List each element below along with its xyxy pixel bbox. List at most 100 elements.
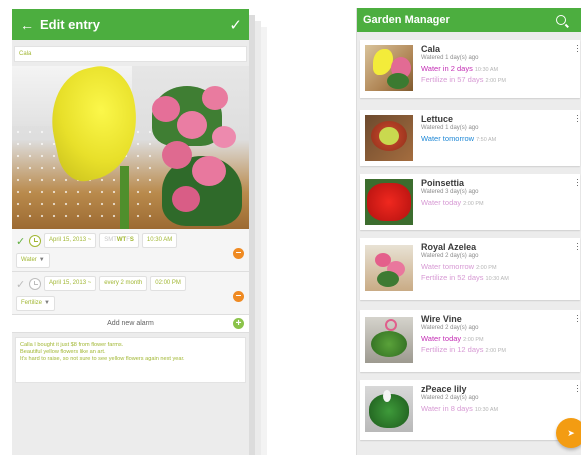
alarm-action-value: Fertilize bbox=[21, 300, 43, 306]
schedule-time: 2:00 PM bbox=[476, 265, 497, 271]
schedule-text: Water tomorrow bbox=[421, 134, 475, 143]
plant-card[interactable]: Cala Watered 1 day(s) ago Water in 2 day… bbox=[360, 40, 580, 98]
schedule-line: Fertilize in 57 days 2:00 PM bbox=[421, 75, 570, 84]
plant-info: zPeace lily Watered 2 day(s) ago Water i… bbox=[421, 384, 570, 413]
schedule-text: Fertilize in 57 days bbox=[421, 75, 484, 84]
schedule-line: Water tomorrow 7:50 AM bbox=[421, 134, 570, 143]
notes-line: It's hard to raise, so not sure to see y… bbox=[20, 356, 185, 362]
plant-card[interactable]: Lettuce Watered 1 day(s) ago Water tomor… bbox=[360, 110, 580, 166]
plant-card[interactable]: Wire Vine Watered 2 day(s) ago Water tod… bbox=[360, 310, 580, 372]
notes-textarea[interactable]: Calla I bought it just $8 from flower fa… bbox=[15, 337, 246, 383]
thumb-flower bbox=[385, 319, 397, 331]
schedule-time: 7:50 AM bbox=[476, 137, 497, 143]
plant-card[interactable]: Poinsettia Watered 3 day(s) ago Water to… bbox=[360, 174, 580, 230]
back-arrow-icon[interactable]: ← bbox=[14, 17, 40, 33]
plant-info: Poinsettia Watered 3 day(s) ago Water to… bbox=[421, 178, 570, 207]
schedule-time: 10:30 AM bbox=[474, 67, 499, 73]
more-vert-icon[interactable]: · · · bbox=[576, 111, 579, 126]
thumb-flower bbox=[383, 390, 391, 402]
alarm-disabled-check-icon[interactable]: ✓ bbox=[16, 278, 26, 291]
more-vert-icon[interactable]: · · · bbox=[576, 175, 579, 190]
schedule-time: 2:00 PM bbox=[485, 78, 507, 84]
alarm-time[interactable]: 10:30 AM bbox=[141, 233, 178, 248]
garden-app-bar: Garden Manager bbox=[357, 8, 581, 32]
alarm-weekdays[interactable]: SMTWTFS bbox=[99, 233, 139, 248]
photo-stem bbox=[120, 166, 129, 229]
notes-line: Beautiful yellow flowers like an art. bbox=[20, 349, 106, 355]
plant-watered: Watered 2 day(s) ago bbox=[421, 253, 479, 259]
dropdown-arrow-icon: ▼ bbox=[44, 300, 50, 306]
photo-blossom bbox=[212, 126, 236, 148]
plant-watered: Watered 2 day(s) ago bbox=[421, 395, 479, 401]
more-vert-icon[interactable]: · · · bbox=[576, 381, 579, 396]
plant-name: Poinsettia bbox=[421, 178, 465, 188]
plant-card[interactable]: zPeace lily Watered 2 day(s) ago Water i… bbox=[360, 380, 580, 440]
thumb-flower bbox=[373, 49, 393, 75]
photo-blossom bbox=[162, 141, 192, 169]
edit-entry-screen: ← Edit entry ✓ Cala ✓ April 15, 2013 ~ S… bbox=[12, 9, 249, 455]
notes-line: Calla I bought it just $8 from flower fa… bbox=[20, 342, 124, 348]
remove-alarm-icon[interactable]: – bbox=[233, 291, 244, 302]
alarm-action-select[interactable]: Water ▼ bbox=[16, 253, 50, 268]
search-icon[interactable] bbox=[556, 15, 566, 25]
photo-blossom bbox=[192, 156, 226, 186]
thumb-leaves bbox=[379, 127, 399, 145]
plant-name: Cala bbox=[421, 44, 441, 54]
alarm-time[interactable]: 02:00 PM bbox=[150, 276, 186, 291]
plant-photo[interactable] bbox=[12, 66, 249, 229]
garden-title: Garden Manager bbox=[363, 14, 450, 26]
plant-thumbnail bbox=[365, 115, 413, 161]
more-vert-icon[interactable]: · · · bbox=[576, 41, 579, 56]
alarm-action-value: Water bbox=[21, 257, 37, 263]
schedule-line: Fertilize in 52 days 10:30 AM bbox=[421, 273, 570, 282]
alarm-start-date[interactable]: April 15, 2013 ~ bbox=[44, 233, 97, 248]
plant-card[interactable]: Royal Azelea Watered 2 day(s) ago Water … bbox=[360, 238, 580, 300]
plant-watered: Watered 2 day(s) ago bbox=[421, 325, 479, 331]
alarm-action-select[interactable]: Fertilize ▼ bbox=[16, 296, 55, 311]
plant-thumbnail bbox=[365, 179, 413, 225]
schedule-text: Water in 2 days bbox=[421, 64, 473, 73]
more-vert-icon[interactable]: · · · bbox=[576, 239, 579, 254]
plant-info: Lettuce Watered 1 day(s) ago Water tomor… bbox=[421, 114, 570, 143]
garden-manager-screen: Garden Manager Cala Watered 1 day(s) ago… bbox=[356, 8, 581, 455]
schedule-text: Fertilize in 12 days bbox=[421, 345, 484, 354]
schedule-time: 2:00 PM bbox=[463, 201, 484, 207]
schedule-line: Fertilize in 12 days 2:00 PM bbox=[421, 345, 570, 354]
plant-info: Royal Azelea Watered 2 day(s) ago Water … bbox=[421, 242, 570, 282]
thumb-leaves bbox=[387, 73, 409, 89]
clock-icon bbox=[29, 234, 41, 247]
photo-blossom bbox=[172, 186, 200, 212]
add-alarm-button[interactable]: Add new alarm + bbox=[12, 315, 249, 333]
thumb-flower bbox=[367, 183, 411, 221]
plant-thumbnail bbox=[365, 245, 413, 291]
schedule-time: 2:00 PM bbox=[463, 337, 484, 343]
alarm-start-date[interactable]: April 15, 2013 ~ bbox=[44, 276, 97, 291]
thumb-leaves bbox=[377, 271, 399, 287]
alarm-row-water: ✓ April 15, 2013 ~ SMTWTFS 10:30 AM – Wa… bbox=[12, 229, 249, 272]
plant-name: Royal Azelea bbox=[421, 242, 477, 252]
dropdown-arrow-icon: ▼ bbox=[38, 257, 45, 263]
schedule-line: Water today 2:00 PM bbox=[421, 198, 570, 207]
schedule-time: 10:30 AM bbox=[474, 407, 499, 413]
clock-icon bbox=[29, 277, 41, 290]
thumb-leaves bbox=[371, 331, 407, 357]
alarm-row-fertilize: ✓ April 15, 2013 ~ every 2 month 02:00 P… bbox=[12, 272, 249, 315]
check-icon[interactable]: ✓ bbox=[229, 16, 242, 34]
edit-title: Edit entry bbox=[40, 17, 100, 32]
plant-name: Lettuce bbox=[421, 114, 454, 124]
add-alarm-label: Add new alarm bbox=[107, 320, 154, 327]
add-icon[interactable]: + bbox=[233, 318, 244, 329]
plant-name-input[interactable]: Cala bbox=[14, 46, 247, 62]
schedule-text: Water today bbox=[421, 198, 462, 207]
more-vert-icon[interactable]: · · · bbox=[576, 311, 579, 326]
share-fab-button[interactable]: ➤ bbox=[556, 418, 581, 448]
weekday-on: WT bbox=[116, 237, 127, 243]
alarm-enabled-check-icon[interactable]: ✓ bbox=[16, 235, 26, 248]
plant-watered: Watered 1 day(s) ago bbox=[421, 55, 479, 61]
photo-blossom bbox=[177, 111, 207, 139]
remove-alarm-icon[interactable]: – bbox=[233, 248, 244, 259]
photo-blossom bbox=[152, 96, 180, 122]
plant-watered: Watered 3 day(s) ago bbox=[421, 189, 479, 195]
plant-name: zPeace lily bbox=[421, 384, 467, 394]
alarm-repeat[interactable]: every 2 month bbox=[99, 276, 148, 291]
